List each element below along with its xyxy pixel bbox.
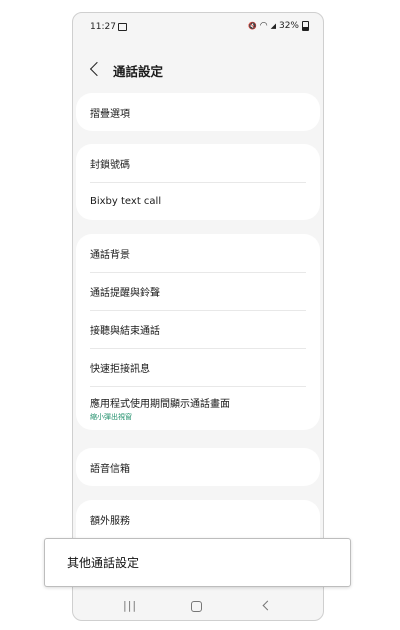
battery-icon — [302, 21, 309, 31]
phone-screen: 11:27 🔇 ◠ ◢ 32% 通話設定 摺疊選項 封鎖號碼 Bixby tex… — [72, 12, 324, 621]
page-title: 通話設定 — [113, 64, 164, 79]
mute-icon: 🔇 — [248, 22, 257, 30]
settings-group-call: 通話背景 通話提醒與鈴聲 接聽與結束通話 快速拒接訊息 應用程式使用期間顯示通話… — [76, 234, 320, 430]
setting-show-calls-in-apps[interactable]: 應用程式使用期間顯示通話畫面 縮小彈出視窗 — [76, 386, 320, 430]
setting-bixby-text-call[interactable]: Bixby text call — [76, 182, 320, 220]
setting-block-numbers[interactable]: 封鎖號碼 — [76, 144, 320, 182]
setting-call-background[interactable]: 通話背景 — [76, 234, 320, 272]
status-time: 11:27 — [90, 22, 116, 32]
settings-group-block: 封鎖號碼 Bixby text call — [76, 144, 320, 220]
setting-show-calls-label: 應用程式使用期間顯示通話畫面 — [90, 398, 230, 410]
setting-answer-end-calls[interactable]: 接聽與結束通話 — [76, 310, 320, 348]
setting-call-alerts-ringtone[interactable]: 通話提醒與鈴聲 — [76, 272, 320, 310]
navigation-bar: ||| — [73, 594, 323, 620]
status-bar: 11:27 🔇 ◠ ◢ 32% — [73, 13, 323, 39]
setting-show-calls-value: 縮小彈出視窗 — [90, 412, 132, 421]
setting-extra-services[interactable]: 額外服務 — [76, 500, 320, 538]
recents-icon[interactable]: ||| — [123, 599, 137, 612]
back-arrow-icon[interactable] — [89, 61, 105, 77]
setting-quick-decline-messages[interactable]: 快速拒接訊息 — [76, 348, 320, 386]
battery-percent: 32% — [278, 21, 299, 31]
other-call-settings-label: 其他通話設定 — [67, 556, 140, 570]
setting-voicemail[interactable]: 語音信箱 — [76, 448, 320, 486]
header: 通話設定 — [73, 59, 323, 83]
nav-back-icon[interactable] — [262, 600, 273, 611]
other-call-settings-item[interactable]: 其他通話設定 — [44, 538, 351, 587]
home-icon[interactable] — [191, 601, 202, 612]
wifi-icon: ◠ — [259, 21, 268, 31]
settings-group-fold: 摺疊選項 — [76, 93, 320, 131]
signal-icon: ◢ — [270, 22, 276, 30]
settings-group-voicemail: 語音信箱 — [76, 448, 320, 486]
status-right: 🔇 ◠ ◢ 32% — [248, 21, 309, 31]
setting-fold-options[interactable]: 摺疊選項 — [76, 93, 320, 131]
gallery-icon — [118, 23, 127, 31]
